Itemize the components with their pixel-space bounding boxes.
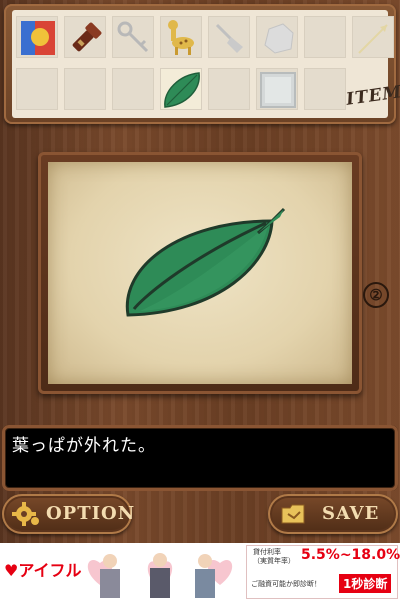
inventory-slot-5[interactable] [208,16,250,58]
save-button[interactable]: SAVE [268,494,398,534]
item-label: ITEM [344,82,400,110]
inventory-slot-13[interactable] [208,68,250,110]
ad-banner[interactable]: ♥アイフル 貸付利率（実質年率） 5.5%~18.0% ご融資可能か即診断！ 1… [0,543,400,600]
message-box: 葉っぱが外れた。 [2,425,398,491]
ad-brand: ♥アイフル [4,557,82,581]
inventory-slot-4[interactable] [160,16,202,58]
glass-panel-icon [260,72,296,108]
ad-rate-value: 5.5%~18.0% [301,547,400,563]
option-button[interactable]: OPTION [2,494,136,534]
key-icon [117,21,149,53]
inventory-slot-9[interactable] [16,68,58,110]
heart-icon: ♥ [4,561,19,580]
inventory-slot-2[interactable] [64,16,106,58]
leaf-icon [125,207,286,317]
folder-icon [281,504,305,524]
arrow-icon [358,24,388,54]
inventory-slot-6[interactable] [256,16,298,58]
inventory-slot-12-selected[interactable] [160,68,202,110]
shovel-icon [215,23,243,53]
ad-diagnosis-label: ご融資可能か即診断！ [251,580,321,588]
gear-icon [12,502,39,526]
leaf-icon [164,72,200,108]
flashlight-icon [72,22,102,52]
ad-rate-label: 貸付利率（実質年率） [253,548,295,565]
ad-brand-text: アイフル [18,561,82,580]
item-viewer-canvas[interactable] [48,162,352,384]
ad-rate-panel: 貸付利率（実質年率） 5.5%~18.0% ご融資可能か即診断！ 1秒診断 [246,545,400,599]
ad-diagnosis-badge: 1秒診断 [339,574,392,593]
message-text: 葉っぱが外れた。 [12,436,156,456]
toy-giraffe-icon [168,20,194,55]
inventory-slot-15[interactable] [304,68,346,110]
inventory-slot-3[interactable] [112,16,154,58]
rock-icon [264,23,294,54]
inventory-slot-11[interactable] [112,68,154,110]
inventory-slot-8[interactable] [352,16,394,58]
item-viewer-frame [38,152,362,394]
inventory-slot-7[interactable] [304,16,346,58]
flag-badge-icon [21,21,55,55]
page-number-indicator: ② [363,282,389,308]
inventory-slot-14[interactable] [256,68,298,110]
inventory-grid: ITEM [12,10,400,118]
inventory-slot-1[interactable] [16,16,58,58]
inventory-panel: ITEM [4,4,400,124]
option-label: OPTION [46,503,136,524]
save-label: SAVE [322,503,380,524]
inventory-slot-10[interactable] [64,68,106,110]
ad-people-hearts-image [87,553,233,598]
